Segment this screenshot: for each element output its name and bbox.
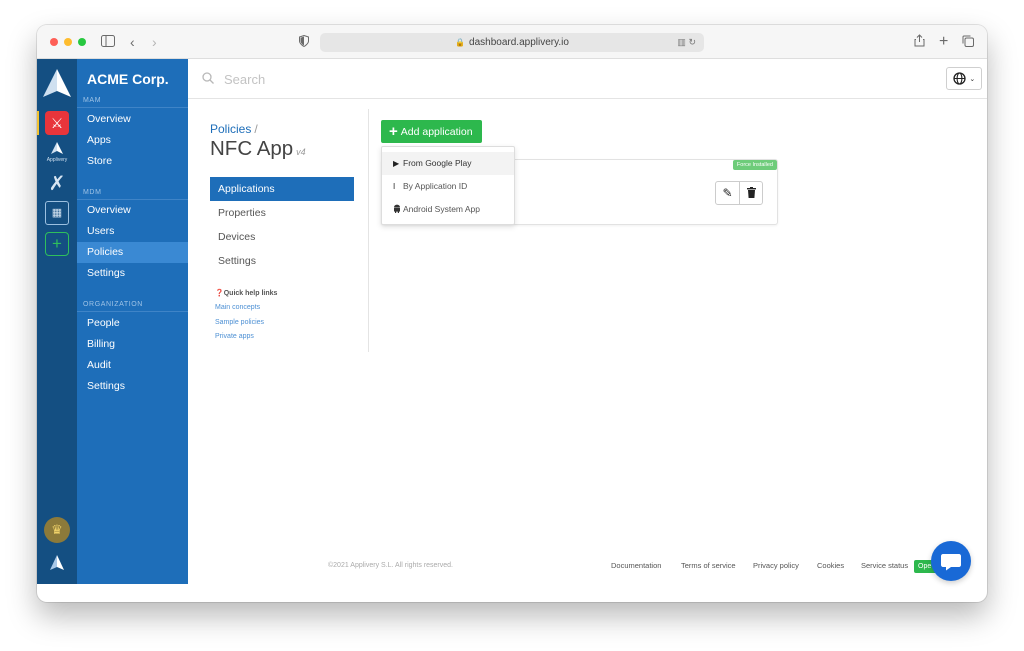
android-icon [393,198,403,221]
copyright-text: ©2021 Applivery S.L. All rights reserved… [328,562,453,569]
translate-icon[interactable]: ▥ [677,37,686,47]
sidebar-item-policies[interactable]: Policies [77,242,188,263]
menu-item-application-id[interactable]: ‍I By Application ID [382,175,514,198]
section-label-mdm: MDM [83,189,102,196]
search-icon [202,71,214,89]
section-divider [77,107,188,108]
url-text: dashboard.applivery.io [469,37,569,48]
tab-properties[interactable]: Properties [210,201,354,225]
help-link-private-apps[interactable]: Private apps [215,333,254,340]
tools-icon[interactable]: ✗ [45,172,69,196]
tab-applications[interactable]: Applications [210,177,354,201]
menu-item-google-play[interactable]: ▶ From Google Play [382,152,514,175]
applivery-logo-icon[interactable] [41,67,73,104]
page-title: NFC App v4 [210,137,306,161]
policy-version: v4 [296,147,306,157]
help-link-sample-policies[interactable]: Sample policies [215,319,264,326]
share-icon[interactable] [914,33,925,51]
play-icon: ▶ [393,159,400,168]
new-tab-icon[interactable]: + [939,33,948,50]
question-circle-icon: ❓ [215,290,224,297]
applivery-small-icon [51,142,63,154]
rail-active-indicator [37,111,39,135]
delete-button[interactable] [739,182,762,204]
sidebar-item-mdm-settings[interactable]: Settings [77,263,188,284]
device-grid-icon[interactable]: ▦ [45,201,69,225]
chat-bubble-icon [941,554,961,571]
section-label-organization: ORGANIZATION [83,301,143,308]
menu-item-android-system-app[interactable]: Android System App [382,198,514,221]
footer-link-documentation[interactable]: Documentation [611,561,661,570]
section-label-mam: MAM [83,97,102,104]
help-link-main-concepts[interactable]: Main concepts [215,304,260,311]
sidebar-item-people[interactable]: People [77,313,188,334]
sidebar-item-audit[interactable]: Audit [77,355,188,376]
sidebar-item-store[interactable]: Store [77,151,188,172]
tab-devices[interactable]: Devices [210,225,354,249]
sidebar-toggle-icon[interactable] [101,33,115,51]
back-icon[interactable]: ‹ [130,33,135,51]
applivery-app-item[interactable]: Applivery [42,141,72,163]
top-search-bar: ⌄ [188,59,987,99]
forward-icon[interactable]: › [152,33,157,51]
pencil-icon: ✎ [722,186,733,200]
menu-item-label: Android System App [403,204,481,214]
menu-item-label: By Application ID [403,181,468,191]
organization-name[interactable]: ACME Corp. [87,71,169,87]
crown-icon[interactable]: ♛ [44,517,70,543]
text-cursor-icon: ‍I [393,182,396,191]
footer-link-cookies[interactable]: Cookies [817,561,844,570]
add-application-button[interactable]: + Add application [381,120,482,143]
sidebar-nav: ACME Corp. MAM Overview Apps Store MDM O… [77,59,188,584]
menu-item-label: From Google Play [403,158,472,168]
applivery-app-label: Applivery [46,157,68,163]
user-avatar[interactable] [46,552,68,574]
content-divider [368,109,369,352]
sidebar-item-apps[interactable]: Apps [77,130,188,151]
app-rail: ⚔ Applivery ✗ ▦ + ♛ [37,59,77,584]
sidebar-item-mdm-overview[interactable]: Overview [77,200,188,221]
edit-button[interactable]: ✎ [716,182,739,204]
quick-help-title: ❓Quick help links [215,289,277,297]
breadcrumb: Policies / [210,122,258,136]
lock-icon: 🔒 [455,38,466,47]
tabs-overview-icon[interactable] [962,33,974,51]
add-application-label: Add application [400,126,473,138]
plus-icon: + [389,123,398,140]
globe-icon [953,71,970,86]
url-tools: ▥ ↻ [677,33,696,52]
address-bar[interactable]: 🔒 dashboard.applivery.io ▥ ↻ [320,33,704,52]
chat-button[interactable] [931,541,971,581]
sidebar-item-org-settings[interactable]: Settings [77,376,188,397]
browser-window: ‹ › 🔒 dashboard.applivery.io ▥ ↻ + ⚔ Appl [37,25,987,602]
force-installed-badge: Force Installed [732,160,777,170]
language-selector[interactable]: ⌄ [946,67,982,90]
footer-link-privacy[interactable]: Privacy policy [753,561,799,570]
sidebar-item-users[interactable]: Users [77,221,188,242]
anvil-app-icon[interactable]: ⚔ [45,111,69,135]
policy-name: NFC App [210,137,294,160]
breadcrumb-separator: / [254,122,258,136]
add-application-menu: ▶ From Google Play ‍I By Application ID An… [381,146,515,225]
privacy-shield-icon[interactable] [299,33,309,51]
trash-icon [746,186,756,200]
add-workspace-button[interactable]: + [45,232,69,256]
breadcrumb-policies-link[interactable]: Policies [210,122,251,136]
footer-link-service-status[interactable]: Service status [861,561,908,570]
footer-link-terms[interactable]: Terms of service [681,561,736,570]
browser-titlebar: ‹ › 🔒 dashboard.applivery.io ▥ ↻ + [37,25,987,59]
chevron-down-icon: ⌄ [969,76,976,84]
reload-icon[interactable]: ↻ [688,37,696,47]
minimize-window-button[interactable] [64,38,72,46]
tab-settings[interactable]: Settings [210,249,354,273]
zoom-window-button[interactable] [78,38,86,46]
quick-help-label: Quick help links [223,290,278,297]
card-action-group: ✎ [715,181,763,205]
search-input[interactable] [224,69,524,89]
sidebar-item-billing[interactable]: Billing [77,334,188,355]
sidebar-item-mam-overview[interactable]: Overview [77,109,188,130]
section-divider [77,311,188,312]
close-window-button[interactable] [50,38,58,46]
